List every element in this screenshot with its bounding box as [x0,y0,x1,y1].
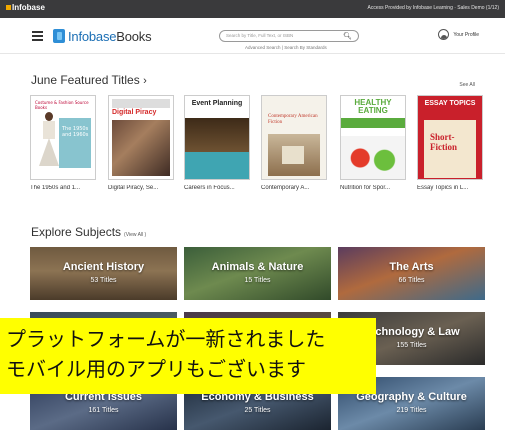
book-title[interactable]: The 1950s and 1... [30,185,96,191]
see-all-link[interactable]: See All [459,82,475,88]
search-icon[interactable]: 🔍︎ [343,32,352,40]
cover-subtitle: Short-Fiction [430,132,457,152]
cover-band [341,118,405,128]
infobase-books-logo[interactable]: InfobaseBooks [53,27,152,45]
announcement-banner: プラットフォームが一新されました モバイル用のアプリもございます [0,318,376,394]
header: InfobaseBooks Search by Title, Full Text… [0,18,505,54]
logo-text-books: Books [116,28,152,44]
explore-subjects-heading: Explore Subjects (View All ) [31,225,146,239]
book-cover[interactable]: Costume & Fashion Source Books The 1950s… [30,95,96,180]
view-all-link[interactable]: (View All ) [124,232,146,238]
book-card[interactable]: Costume & Fashion Source Books The 1950s… [30,95,96,191]
featured-title-text: June Featured Titles [31,73,140,87]
featured-books-list: Costume & Fashion Source Books The 1950s… [30,95,500,205]
book-cover[interactable]: Event Planning [184,95,250,180]
cover-header [112,99,170,108]
banner-line-1: プラットフォームが一新されました [6,327,326,351]
cover-header: Costume & Fashion Source Books [35,100,89,110]
book-cover[interactable]: Contemporary American Fiction [261,95,327,180]
cover-image [268,134,320,176]
avatar-icon [438,29,450,40]
cover-image [185,118,249,152]
book-card[interactable]: Digital Piracy Digital Piracy, Se... [108,95,174,191]
subject-tile-animals-nature[interactable]: Animals & Nature 15 Titles [184,247,331,300]
subject-count: 53 Titles [90,277,117,284]
subject-count: 219 Titles [396,407,427,414]
cover-figure [39,112,59,174]
book-title[interactable]: Essay Topics in L... [417,185,483,191]
search-input[interactable]: Search by Title, Full Text, or ISBN 🔍︎ [219,30,359,42]
cover-image [112,120,170,176]
subject-count: 25 Titles [244,407,271,414]
chevron-right-icon: › [143,75,147,87]
explore-title-text: Explore Subjects [31,225,122,239]
cover-title: ESSAY TOPICS [424,100,476,107]
banner-line-2: モバイル用のアプリもございます [6,357,306,381]
cover-title: Event Planning [191,100,243,107]
access-provided-text: Access Provided by Infobase Learning · S… [367,5,499,11]
book-title[interactable]: Contemporary A... [261,185,327,191]
subject-name: The Arts [389,261,434,273]
infobase-brand-text: Infobase [12,3,45,12]
book-card[interactable]: HEALTHY EATING Nutrition for Spor... [340,95,406,191]
search-sub-links[interactable]: Advanced Search | Search By Standards [245,45,327,50]
book-cover[interactable]: Digital Piracy [108,95,174,180]
infobase-logo-icon [6,5,11,10]
book-card[interactable]: Contemporary American Fiction Contempora… [261,95,327,191]
logo-text-infobase: Infobase [68,28,117,44]
subject-name: Ancient History [62,261,145,273]
book-card[interactable]: Event Planning Careers in Focus... [184,95,250,191]
cover-image [341,136,405,179]
cover-title: Contemporary American Fiction [268,114,318,125]
infobase-brand[interactable]: Infobase [6,3,45,12]
book-card[interactable]: ESSAY TOPICS Short-Fiction Essay Topics … [417,95,483,191]
book-title[interactable]: Nutrition for Spor... [340,185,406,191]
subject-tile-ancient-history[interactable]: Ancient History 53 Titles [30,247,177,300]
cover-title: HEALTHY EATING [354,98,392,115]
subject-tile-the-arts[interactable]: The Arts 66 Titles [338,247,485,300]
book-logo-icon [53,29,65,43]
cover-title: Digital Piracy [112,109,157,116]
book-title[interactable]: Careers in Focus... [184,185,250,191]
cover-subtitle: The 1950s and 1960s [62,126,89,138]
book-cover[interactable]: ESSAY TOPICS Short-Fiction [417,95,483,180]
profile-label: Your Profile [453,31,479,38]
book-cover[interactable]: HEALTHY EATING [340,95,406,180]
search-placeholder: Search by Title, Full Text, or ISBN [226,33,294,38]
top-bar: Infobase Access Provided by Infobase Lea… [0,0,505,18]
featured-titles-heading[interactable]: June Featured Titles › [31,73,147,87]
subject-count: 161 Titles [88,407,119,414]
book-title[interactable]: Digital Piracy, Se... [108,185,174,191]
hamburger-menu-icon[interactable] [32,31,43,41]
subject-count: 15 Titles [244,277,271,284]
subject-name: Animals & Nature [211,261,304,273]
profile-button[interactable]: Your Profile [438,29,479,40]
cover-band [185,152,249,179]
subject-count: 66 Titles [398,277,425,284]
